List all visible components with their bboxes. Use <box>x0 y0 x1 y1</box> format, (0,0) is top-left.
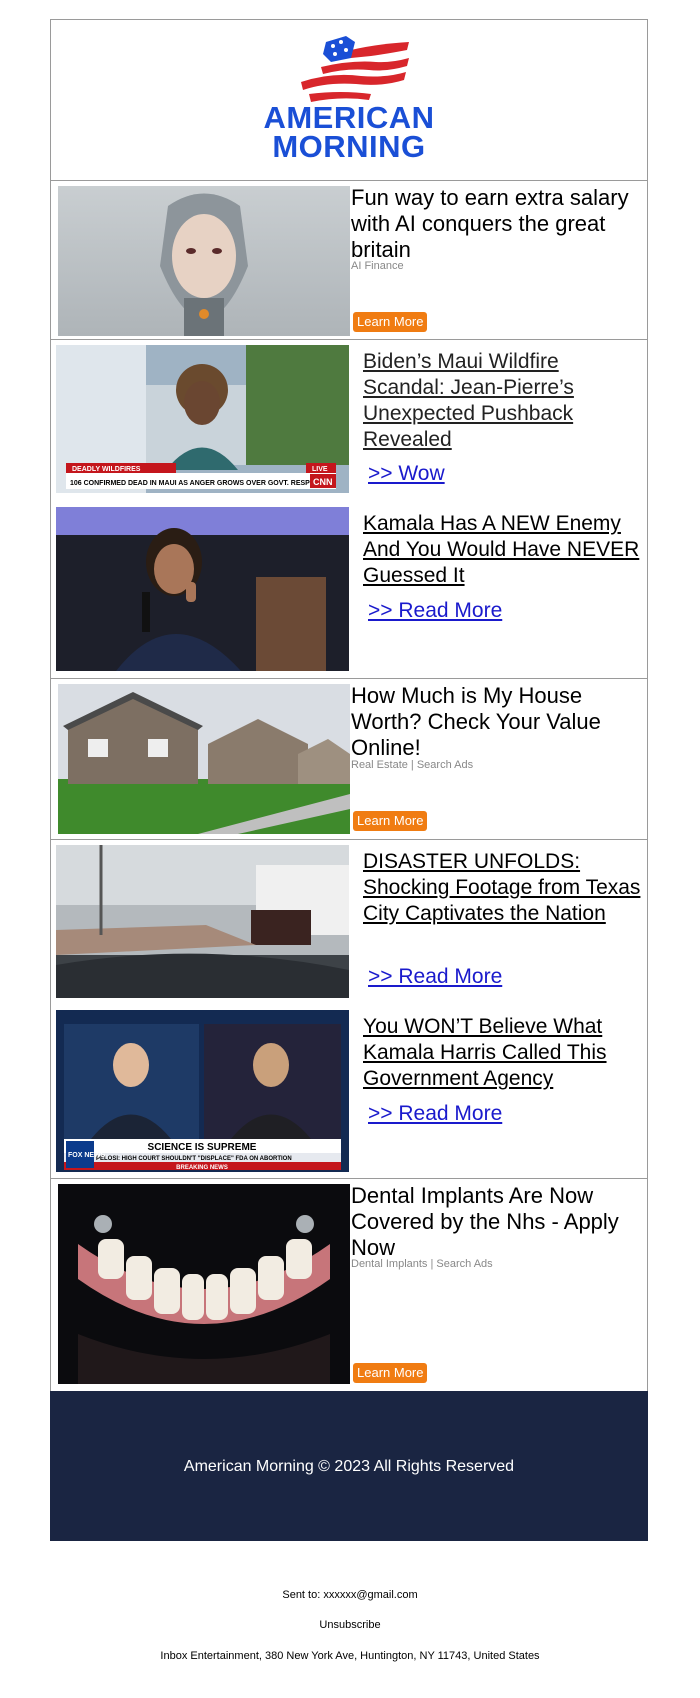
ad-source: AI Finance <box>351 260 404 272</box>
learn-more-button[interactable]: Learn More <box>353 811 428 831</box>
sender-address: Inbox Entertainment, 380 New York Ave, H… <box>160 1650 540 1662</box>
story-read-more-link[interactable]: >> Wow <box>368 462 445 486</box>
newsletter-footer: American Morning © 2023 All Rights Reser… <box>50 1391 648 1541</box>
fox-news-logo: FOX NEWS <box>68 1152 106 1159</box>
learn-more-button[interactable]: Learn More <box>353 312 428 332</box>
flag-logo-icon <box>301 36 409 102</box>
story-image-press-briefing[interactable]: DEADLY WILDFIRES LIVE 106 CONFIRMED DEAD… <box>56 345 349 493</box>
ticker-tag: DEADLY WILDFIRES <box>72 466 141 473</box>
story-image-debris[interactable] <box>56 845 349 998</box>
unsubscribe-link[interactable]: Unsubscribe <box>0 1619 700 1631</box>
ad-title[interactable]: Dental Implants Are Now Covered by the N… <box>351 1183 643 1261</box>
ad-image-dental[interactable] <box>58 1184 350 1384</box>
ad-title[interactable]: How Much is My House Worth? Check Your V… <box>351 683 643 761</box>
story-image-speaker[interactable] <box>56 507 349 671</box>
brand-line-1: AMERICAN <box>263 100 435 135</box>
ad-image-house[interactable] <box>58 684 350 834</box>
learn-more-button[interactable]: Learn More <box>353 1363 428 1383</box>
story-headline[interactable]: Biden’s Maui Wildfire Scandal: Jean-Pier… <box>363 349 643 453</box>
cnn-logo: CNN <box>313 477 333 487</box>
story-headline[interactable]: Kamala Has A NEW Enemy And You Would Hav… <box>363 511 643 589</box>
news-block-2: DISASTER UNFOLDS: Shocking Footage from … <box>50 839 648 1178</box>
sponsored-ad-3[interactable]: Dental Implants Are Now Covered by the N… <box>50 1178 648 1391</box>
newsletter-header: AMERICAN MORNING <box>50 19 648 180</box>
story-headline[interactable]: You WON’T Believe What Kamala Harris Cal… <box>363 1014 643 1092</box>
story-read-more-link[interactable]: >> Read More <box>368 965 502 989</box>
sent-to-text: Sent to: xxxxxx@gmail.com <box>282 1589 418 1601</box>
story-read-more-link[interactable]: >> Read More <box>368 599 502 623</box>
ad-title[interactable]: Fun way to earn extra salary with AI con… <box>351 185 643 263</box>
news-block-1: DEADLY WILDFIRES LIVE 106 CONFIRMED DEAD… <box>50 339 648 678</box>
chyron-break: BREAKING NEWS <box>176 1165 228 1171</box>
story-kamala-enemy[interactable]: Kamala Has A NEW Enemy And You Would Hav… <box>55 507 645 671</box>
copyright-text: American Morning © 2023 All Rights Reser… <box>183 1458 515 1475</box>
story-image-fox-panel[interactable]: SCIENCE IS SUPREME PELOSI: HIGH COURT SH… <box>56 1010 349 1172</box>
ticker-text: 106 CONFIRMED DEAD IN MAUI AS ANGER GROW… <box>70 480 330 487</box>
sponsored-ad-1[interactable]: Fun way to earn extra salary with AI con… <box>50 180 648 339</box>
story-headline[interactable]: DISASTER UNFOLDS: Shocking Footage from … <box>363 849 643 927</box>
brand-wordmark: AMERICAN MORNING <box>51 100 647 164</box>
story-texas-disaster[interactable]: DISASTER UNFOLDS: Shocking Footage from … <box>55 845 645 998</box>
story-read-more-link[interactable]: >> Read More <box>368 1102 502 1126</box>
chyron-sub: PELOSI: HIGH COURT SHOULDN'T "DISPLACE" … <box>96 1156 292 1162</box>
ad-image-robot[interactable] <box>58 186 350 336</box>
ticker-live: LIVE <box>312 466 328 473</box>
chyron-main: SCIENCE IS SUPREME <box>148 1142 257 1153</box>
story-kamala-agency[interactable]: SCIENCE IS SUPREME PELOSI: HIGH COURT SH… <box>55 1010 645 1172</box>
story-maui[interactable]: DEADLY WILDFIRES LIVE 106 CONFIRMED DEAD… <box>55 345 645 493</box>
ad-source: Real Estate | Search Ads <box>351 759 474 771</box>
email-container: AMERICAN MORNING Fun way to earn extra s… <box>50 19 648 1541</box>
sponsored-ad-2[interactable]: How Much is My House Worth? Check Your V… <box>50 678 648 839</box>
brand-line-2: MORNING <box>272 129 426 164</box>
ad-source: Dental Implants | Search Ads <box>351 1258 493 1270</box>
